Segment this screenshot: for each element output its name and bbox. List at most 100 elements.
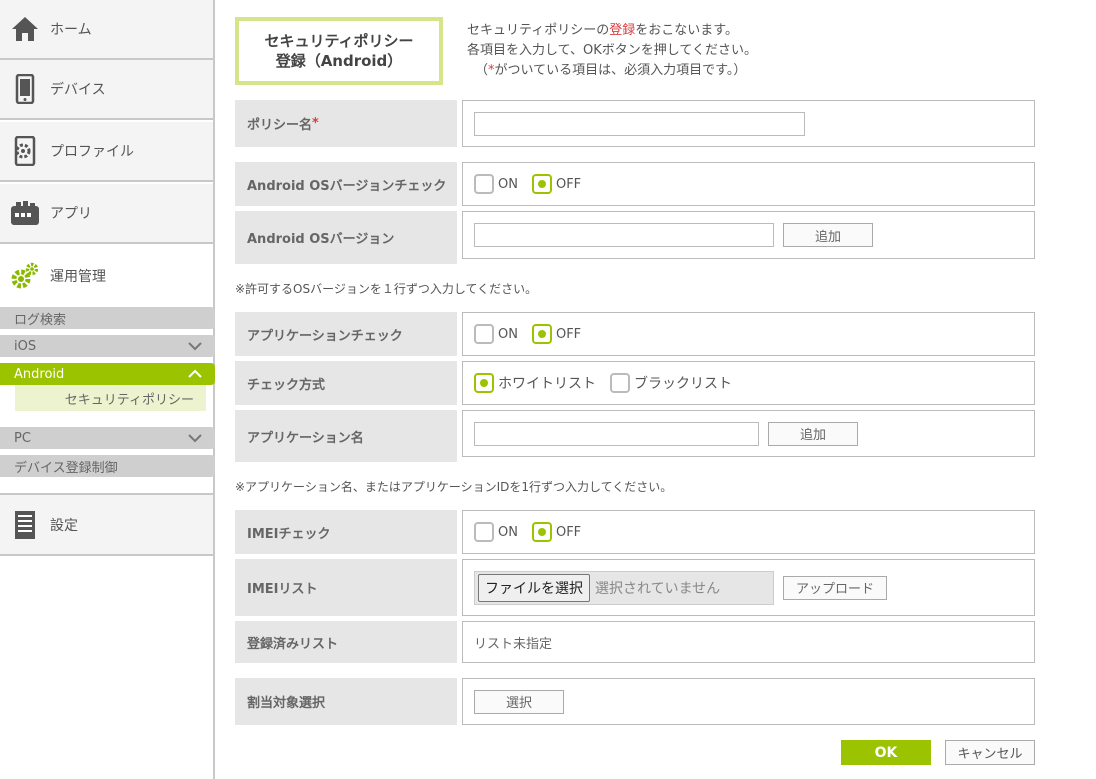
- sub-pc[interactable]: PC: [0, 427, 215, 449]
- sub-android[interactable]: Android: [0, 363, 215, 385]
- document-icon: [10, 510, 40, 540]
- nav-profiles-label: プロファイル: [50, 144, 134, 160]
- nav-settings-label: 設定: [50, 517, 78, 534]
- sub-log-search[interactable]: ログ検索: [0, 307, 215, 329]
- assign-select-button[interactable]: 選択: [474, 689, 564, 714]
- file-status: 選択されていません: [595, 580, 721, 597]
- os-version-field: 追加: [462, 211, 1035, 259]
- nav-apps[interactable]: アプリ: [0, 184, 213, 244]
- os-version-label-text: Android OSバージョン: [247, 232, 395, 247]
- intro-line1-post: をおこないます。: [635, 23, 738, 38]
- upload-button[interactable]: アップロード: [783, 575, 887, 600]
- policy-name-label-text: ポリシー名: [247, 118, 313, 133]
- sub-security-policy[interactable]: セキュリティポリシー: [15, 385, 206, 411]
- cancel-button[interactable]: キャンセル: [945, 740, 1035, 765]
- check-method-label: チェック方式: [235, 361, 457, 405]
- file-picker[interactable]: ファイルを選択 選択されていません: [474, 570, 774, 605]
- sub-ios[interactable]: iOS: [0, 335, 215, 357]
- assign-target-label-text: 割当対象選択: [247, 696, 326, 711]
- whitelist-radio[interactable]: ホワイトリスト: [474, 373, 596, 393]
- nav-home[interactable]: ホーム: [0, 0, 213, 60]
- page-title-line2: 登録（Android）: [275, 52, 403, 70]
- os-version-check-label: Android OSバージョンチェック: [235, 162, 457, 206]
- os-check-on-radio[interactable]: ON: [474, 174, 518, 194]
- radio-box-selected[interactable]: [531, 522, 552, 542]
- radio-box[interactable]: [610, 373, 630, 393]
- imei-check-off-label: OFF: [555, 524, 582, 540]
- radio-box-selected[interactable]: [531, 324, 552, 344]
- blacklist-label: ブラックリスト: [634, 376, 732, 392]
- os-check-off-radio[interactable]: OFF: [531, 174, 581, 194]
- imei-check-label: IMEIチェック: [235, 510, 457, 554]
- assign-target-label: 割当対象選択: [235, 678, 457, 725]
- app-check-on-label: ON: [498, 326, 518, 342]
- profile-gear-icon: [10, 136, 40, 166]
- app-name-add-button[interactable]: 追加: [768, 421, 858, 446]
- nav-apps-label: アプリ: [50, 206, 92, 222]
- imei-list-label-text: IMEIリスト: [247, 582, 318, 597]
- radio-box-selected[interactable]: [531, 174, 552, 194]
- app-check-label-text: アプリケーションチェック: [247, 328, 403, 344]
- os-version-input[interactable]: [474, 223, 774, 247]
- imei-check-label-text: IMEIチェック: [247, 526, 331, 542]
- app-name-label-text: アプリケーション名: [247, 430, 364, 446]
- intro-line3-pre: （: [475, 63, 489, 78]
- whitelist-label: ホワイトリスト: [498, 376, 596, 392]
- os-version-label: Android OSバージョン: [235, 211, 457, 264]
- app-check-on-radio[interactable]: ON: [474, 324, 518, 344]
- policy-name-field: [462, 100, 1035, 147]
- check-method-label-text: チェック方式: [247, 377, 326, 393]
- imei-check-on-label: ON: [498, 524, 518, 540]
- app-name-label: アプリケーション名: [235, 410, 457, 462]
- nav-devices-label: デバイス: [50, 82, 106, 98]
- radio-box-selected[interactable]: [474, 373, 494, 393]
- nav-devices[interactable]: デバイス: [0, 60, 213, 120]
- app-icon: [10, 198, 40, 228]
- home-icon: [10, 14, 40, 44]
- app-name-input[interactable]: [474, 421, 759, 446]
- page-title-line1: セキュリティポリシー: [264, 32, 414, 50]
- imei-check-on-radio[interactable]: ON: [474, 522, 518, 542]
- check-method-field: ホワイトリスト ブラックリスト: [462, 361, 1035, 405]
- app-name-field: 追加: [462, 410, 1035, 457]
- nav-settings[interactable]: 設定: [0, 493, 213, 556]
- os-version-note: ※許可するOSバージョンを１行ずつ入力してください。: [235, 282, 538, 296]
- app-check-off-label: OFF: [555, 326, 582, 342]
- os-version-check-label-text: Android OSバージョンチェック: [247, 178, 447, 194]
- radio-box[interactable]: [474, 324, 494, 344]
- imei-check-off-radio[interactable]: OFF: [531, 522, 582, 542]
- blacklist-radio[interactable]: ブラックリスト: [610, 373, 732, 393]
- page-title: セキュリティポリシー 登録（Android）: [235, 17, 443, 85]
- chevron-down-icon: [188, 342, 202, 351]
- nav-operations[interactable]: 運用管理: [0, 246, 213, 306]
- chevron-up-icon: [188, 369, 202, 378]
- choose-file-button[interactable]: ファイルを選択: [478, 573, 590, 602]
- app-check-field: ON OFF: [462, 312, 1035, 356]
- policy-name-label: ポリシー名 *: [235, 100, 457, 147]
- os-check-on-label: ON: [498, 176, 518, 192]
- imei-list-field: ファイルを選択 選択されていません アップロード: [462, 559, 1035, 616]
- sidebar: ホーム デバイス プロファイル アプリ 運用管理 ログ検索 iOS Androi…: [0, 0, 215, 779]
- nav-home-label: ホーム: [50, 22, 92, 38]
- app-check-off-radio[interactable]: OFF: [531, 324, 582, 344]
- sub-device-registration[interactable]: デバイス登録制御: [0, 455, 215, 477]
- radio-box[interactable]: [474, 522, 494, 542]
- sub-ios-label: iOS: [14, 338, 37, 354]
- policy-name-input[interactable]: [474, 111, 805, 136]
- intro-line3-post: がついている項目は、必須入力項目です。）: [494, 63, 747, 78]
- registered-list-label-text: 登録済みリスト: [247, 636, 339, 652]
- smartphone-icon: [10, 74, 40, 104]
- nav-profiles[interactable]: プロファイル: [0, 122, 213, 182]
- radio-box[interactable]: [474, 174, 494, 194]
- sub-android-label: Android: [14, 366, 65, 382]
- imei-list-label: IMEIリスト: [235, 559, 457, 616]
- nav-operations-label: 運用管理: [50, 269, 106, 285]
- imei-check-field: ON OFF: [462, 510, 1035, 554]
- gears-icon: [10, 261, 40, 291]
- os-version-add-button[interactable]: 追加: [783, 223, 873, 247]
- intro-text: セキュリティポリシーの登録をおこないます。 各項目を入力して、OKボタンを押して…: [467, 21, 757, 81]
- app-check-label: アプリケーションチェック: [235, 312, 457, 356]
- intro-line1-red: 登録: [609, 23, 636, 38]
- ok-button[interactable]: OK: [841, 740, 931, 765]
- registered-list-label: 登録済みリスト: [235, 621, 457, 663]
